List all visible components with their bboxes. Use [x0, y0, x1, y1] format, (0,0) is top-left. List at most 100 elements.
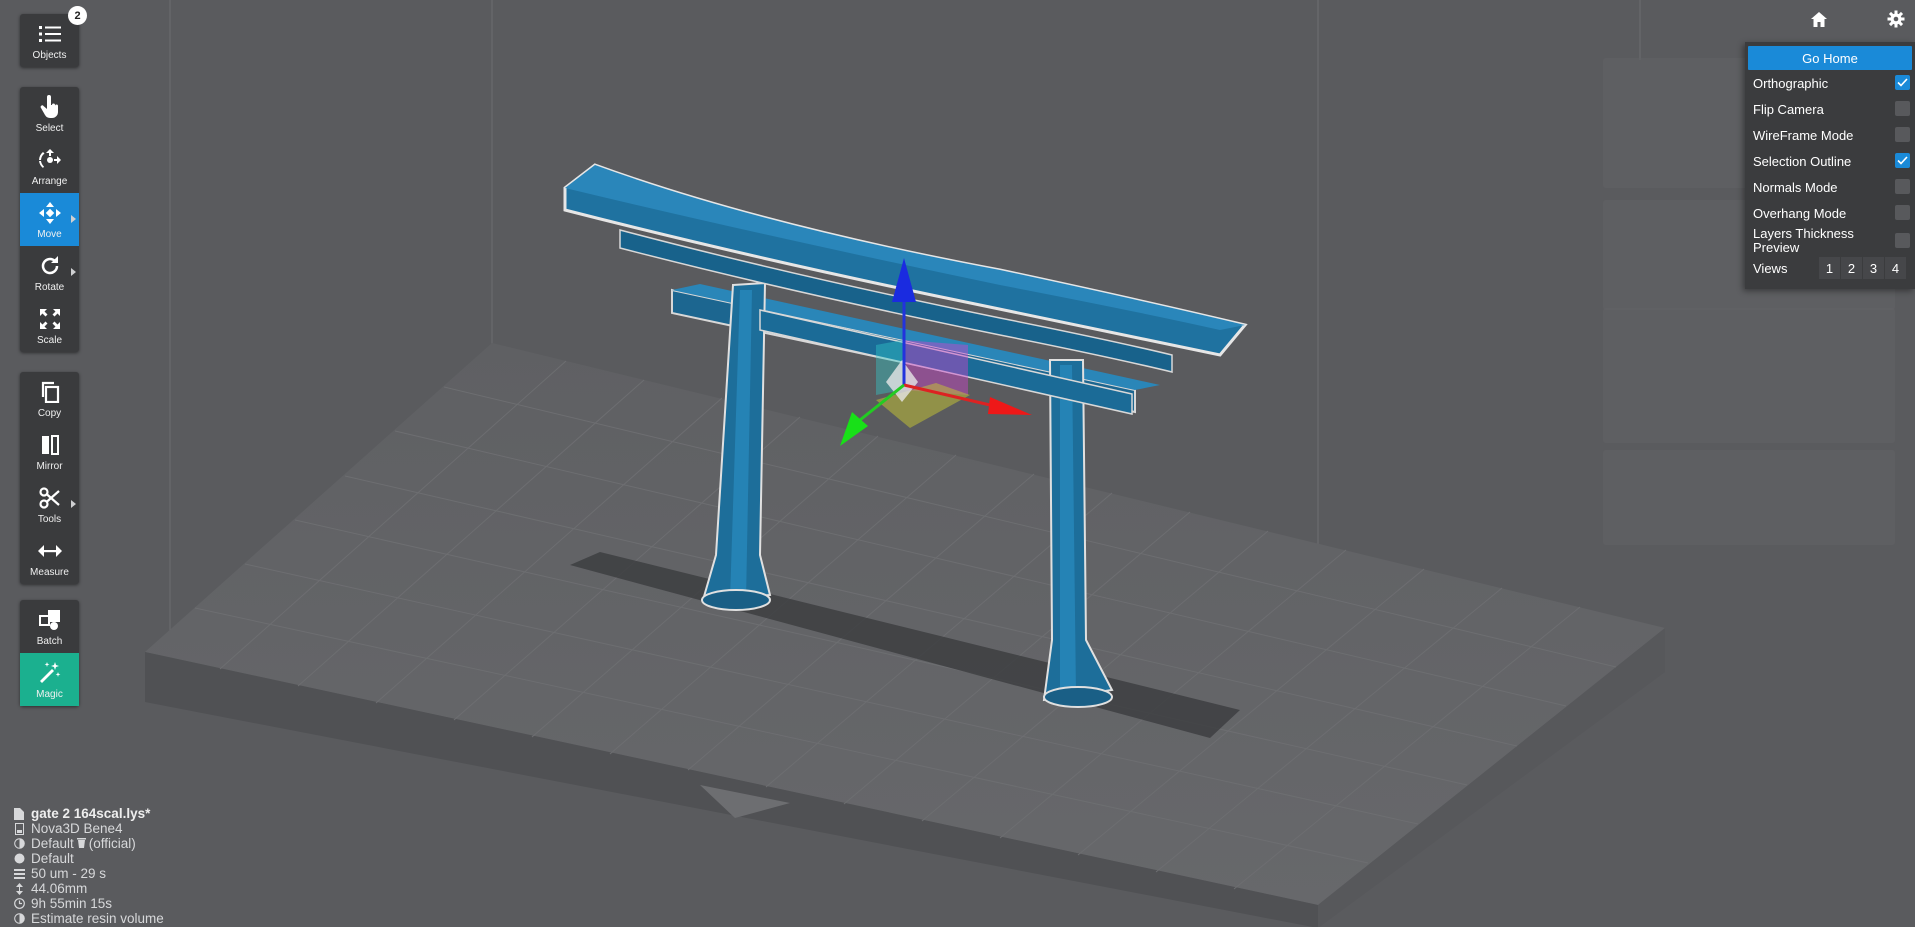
- gear-icon: [1887, 10, 1905, 28]
- rotate-options-caret[interactable]: [71, 268, 76, 276]
- mirror-icon: [37, 432, 63, 458]
- checkmark-icon: [1897, 78, 1908, 87]
- menu-option-selection-outline[interactable]: Selection Outline: [1748, 148, 1912, 174]
- trash-icon: [76, 836, 86, 851]
- tools-options-caret[interactable]: [71, 500, 76, 508]
- flip-camera-checkbox[interactable]: [1895, 101, 1910, 116]
- selection-outline-checkbox[interactable]: [1895, 153, 1910, 168]
- scale-label: Scale: [36, 335, 62, 346]
- half-circle-icon: [13, 913, 25, 925]
- pointer-hand-icon: [37, 94, 63, 120]
- orthographic-label: Orthographic: [1753, 75, 1829, 91]
- printer-row: Nova3D Bene4: [13, 821, 164, 836]
- overhang-mode-label: Overhang Mode: [1753, 205, 1847, 221]
- material-name: Default: [31, 851, 74, 866]
- move-options-caret[interactable]: [71, 215, 76, 223]
- copy-tool-button[interactable]: Copy: [20, 372, 79, 425]
- copy-label: Copy: [37, 408, 62, 419]
- selection-outline-label: Selection Outline: [1753, 153, 1852, 169]
- half-circle-icon: [13, 838, 25, 850]
- normals-mode-checkbox[interactable]: [1895, 179, 1910, 194]
- lift-object-panel-background: [1603, 450, 1895, 545]
- arrange-label: Arrange: [31, 176, 68, 187]
- menu-option-overhang-mode[interactable]: Overhang Mode: [1748, 200, 1912, 226]
- scissors-icon: [37, 485, 63, 511]
- profile-name: Default: [31, 836, 74, 851]
- batch-tools-group: Batch Magic: [20, 600, 79, 706]
- overhang-mode-checkbox[interactable]: [1895, 205, 1910, 220]
- move-panel-background: [1603, 308, 1895, 443]
- objects-label: Objects: [32, 50, 67, 61]
- mirror-tool-button[interactable]: Mirror: [20, 425, 79, 478]
- measure-icon: [37, 538, 63, 564]
- height-arrows-icon: [13, 882, 25, 895]
- profile-row: Default (official): [13, 836, 164, 851]
- printer-icon: [13, 822, 25, 835]
- objects-count-badge: 2: [68, 6, 87, 25]
- mirror-label: Mirror: [36, 461, 63, 472]
- height-row: 44.06mm: [13, 881, 164, 896]
- layers-thickness-preview-checkbox[interactable]: [1895, 233, 1910, 248]
- menu-option-wireframe-mode[interactable]: WireFrame Mode: [1748, 122, 1912, 148]
- transform-tools-group: Select Arrange Move Rotate Scale: [20, 87, 79, 352]
- views-label: Views: [1753, 260, 1788, 276]
- scale-icon: [37, 306, 63, 332]
- settings-button[interactable]: [1885, 8, 1907, 30]
- normals-mode-label: Normals Mode: [1753, 179, 1838, 195]
- list-icon: [37, 21, 63, 47]
- file-name: gate 2 164scal.lys*: [31, 806, 151, 821]
- orthographic-checkbox[interactable]: [1895, 75, 1910, 90]
- view-3-button[interactable]: 3: [1863, 257, 1884, 279]
- layers-thickness-preview-label: Layers Thickness Preview: [1753, 226, 1854, 255]
- edit-tools-group: Copy Mirror Tools Measure: [20, 372, 79, 584]
- rotate-tool-button[interactable]: Rotate: [20, 246, 79, 299]
- wireframe-mode-checkbox[interactable]: [1895, 127, 1910, 142]
- layer-row: 50 um - 29 s: [13, 866, 164, 881]
- menu-option-normals-mode[interactable]: Normals Mode: [1748, 174, 1912, 200]
- magic-tool-button[interactable]: Magic: [20, 653, 79, 706]
- arrange-tool-button[interactable]: Arrange: [20, 140, 79, 193]
- batch-tool-button[interactable]: Batch: [20, 600, 79, 653]
- menu-option-flip-camera[interactable]: Flip Camera: [1748, 96, 1912, 122]
- scene-info: gate 2 164scal.lys* Nova3D Bene4 Default…: [13, 806, 164, 926]
- layers-icon: [13, 868, 25, 880]
- magic-label: Magic: [36, 689, 63, 700]
- time-row: 9h 55min 15s: [13, 896, 164, 911]
- select-tool-button[interactable]: Select: [20, 87, 79, 140]
- home-icon: [1811, 11, 1827, 27]
- scale-tool-button[interactable]: Scale: [20, 299, 79, 352]
- go-home-button[interactable]: Go Home: [1748, 46, 1912, 70]
- views-row: Views 1 2 3 4: [1748, 256, 1912, 280]
- view-2-button[interactable]: 2: [1841, 257, 1862, 279]
- rotate-icon: [37, 253, 63, 279]
- estimate-resin-link[interactable]: Estimate resin volume: [31, 911, 164, 926]
- layer-settings: 50 um - 29 s: [31, 866, 107, 881]
- menu-option-orthographic[interactable]: Orthographic: [1748, 70, 1912, 96]
- batch-label: Batch: [36, 636, 63, 647]
- select-label: Select: [35, 123, 64, 134]
- move-label: Move: [37, 229, 62, 240]
- magic-wand-icon: [37, 660, 63, 686]
- menu-option-layers-thickness-preview[interactable]: Layers Thickness Preview: [1748, 226, 1912, 256]
- view-1-button[interactable]: 1: [1819, 257, 1840, 279]
- move-tool-button[interactable]: Move: [20, 193, 79, 246]
- copy-icon: [37, 379, 63, 405]
- palette-icon: [13, 853, 25, 865]
- view-4-button[interactable]: 4: [1885, 257, 1906, 279]
- measure-label: Measure: [30, 567, 69, 578]
- measure-tool-button[interactable]: Measure: [20, 531, 79, 584]
- rotate-label: Rotate: [34, 282, 65, 293]
- home-button[interactable]: [1808, 8, 1830, 30]
- profile-tag: (official): [88, 836, 136, 851]
- arrange-icon: [37, 147, 63, 173]
- material-row: Default: [13, 851, 164, 866]
- file-icon: [13, 807, 25, 820]
- objects-group: Objects 2: [20, 6, 87, 67]
- tools-button[interactable]: Tools: [20, 478, 79, 531]
- view-settings-menu: Go Home Orthographic Flip Camera WireFra…: [1745, 42, 1915, 289]
- batch-icon: [37, 607, 63, 633]
- objects-button[interactable]: Objects 2: [20, 6, 87, 67]
- resin-row[interactable]: Estimate resin volume: [13, 911, 164, 926]
- print-time: 9h 55min 15s: [31, 896, 113, 911]
- wireframe-mode-label: WireFrame Mode: [1753, 127, 1854, 143]
